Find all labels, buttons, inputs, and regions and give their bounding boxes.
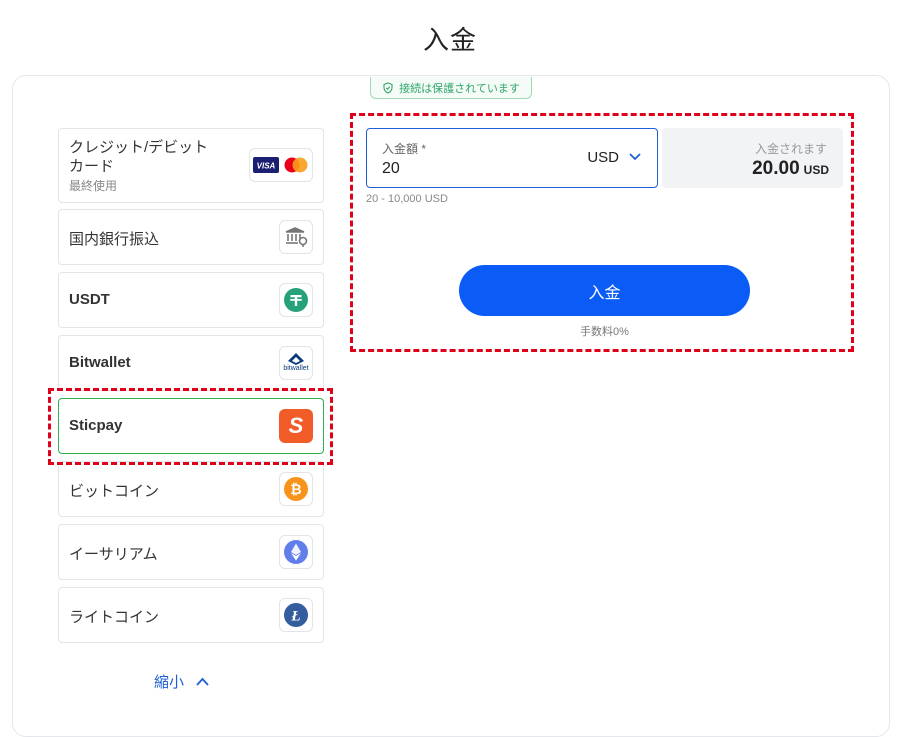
- litecoin-icon: Ł: [279, 598, 313, 632]
- method-label: Bitwallet: [69, 354, 131, 371]
- ethereum-icon: [279, 535, 313, 569]
- svg-text:₿: ₿: [290, 482, 301, 498]
- method-domestic-bank[interactable]: 国内銀行振込: [58, 209, 324, 265]
- bitcoin-icon: ₿: [279, 472, 313, 506]
- svg-text:Ł: Ł: [290, 609, 300, 625]
- svg-text:VISA: VISA: [256, 162, 275, 171]
- method-label: USDT: [69, 291, 110, 308]
- method-label: ライトコイン: [69, 609, 160, 626]
- bitwallet-icon: bitwallet: [279, 346, 313, 380]
- method-label: クレジット/デビットカード: [69, 139, 209, 175]
- method-ethereum[interactable]: イーサリアム: [58, 524, 324, 580]
- secure-badge: 接続は保護されています: [370, 77, 532, 99]
- method-label: 国内銀行振込: [69, 231, 160, 248]
- chevron-up-icon: [196, 677, 209, 686]
- shield-check-icon: [383, 81, 393, 94]
- secure-badge-text: 接続は保護されています: [399, 82, 520, 95]
- visa-icon: VISA: [252, 157, 279, 173]
- method-usdt[interactable]: USDT: [58, 272, 324, 328]
- bitwallet-icon-text: bitwallet: [283, 365, 309, 372]
- card-icons: VISA: [249, 148, 313, 182]
- tether-icon: [279, 283, 313, 317]
- collapse-link[interactable]: 縮小: [154, 671, 209, 692]
- method-label: ビットコイン: [69, 483, 160, 500]
- mastercard-icon: [284, 157, 307, 173]
- method-bitwallet[interactable]: Bitwallet bitwallet: [58, 335, 324, 391]
- bank-icon: [279, 220, 313, 254]
- highlight-sticpay: [48, 388, 333, 465]
- method-litecoin[interactable]: ライトコイン Ł: [58, 587, 324, 643]
- method-label: イーサリアム: [69, 546, 158, 563]
- collapse-label: 縮小: [154, 674, 185, 691]
- page-title: 入金: [422, 25, 477, 55]
- method-bitcoin[interactable]: ビットコイン ₿: [58, 461, 324, 517]
- method-credit-card[interactable]: クレジット/デビットカード 最終使用 VISA: [58, 128, 324, 203]
- highlight-form: [350, 113, 854, 352]
- method-sub: 最終使用: [69, 179, 118, 193]
